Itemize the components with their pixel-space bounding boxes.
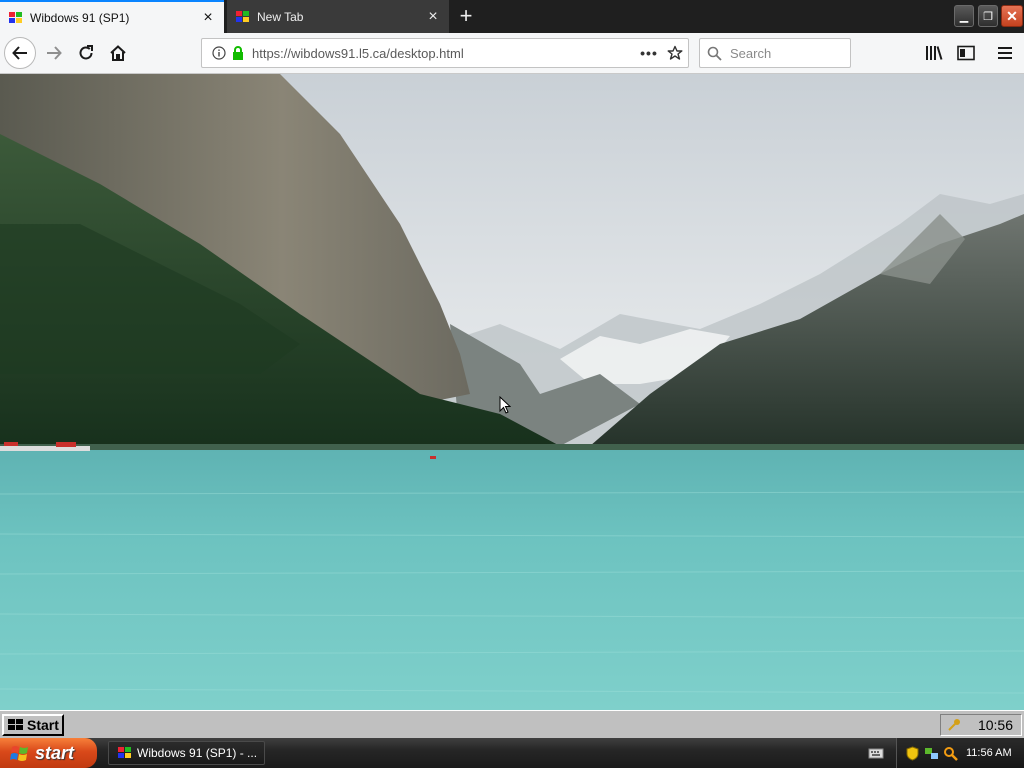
wibdows-taskbar: Start 10:56 [0,710,1024,738]
lake-wallpaper [0,74,1024,710]
url-bar[interactable]: https://wibdows91.l5.ca/desktop.html ••• [201,38,689,68]
library-icon[interactable] [918,37,950,69]
window-close-icon[interactable]: ✕ [1001,5,1023,27]
tab-close-icon[interactable]: × [425,8,441,25]
desktop-area[interactable] [0,74,1024,710]
url-text[interactable]: https://wibdows91.l5.ca/desktop.html [252,46,636,61]
xp-start-button[interactable]: start [0,738,97,768]
windows-logo-icon [8,719,23,730]
network-icon[interactable] [924,746,939,761]
wibdows-favicon-icon [9,11,22,23]
shield-icon[interactable] [905,745,920,761]
xp-clock: 11:56 AM [966,747,1012,759]
window-minimize-icon[interactable]: ▁ [954,5,974,27]
lock-icon[interactable] [230,45,246,61]
keyboard-icon[interactable] [868,746,884,760]
search-box[interactable] [699,38,851,68]
taskbar-item-label: Wibdows 91 (SP1) - ... [137,746,258,760]
wibdows-favicon-icon [236,10,249,22]
window-restore-icon[interactable]: ❐ [978,5,998,27]
xp-system-tray: 11:56 AM [896,738,1024,768]
back-arrow-icon[interactable] [4,37,36,69]
tab-title: New Tab [257,9,304,24]
new-tab-plus-icon[interactable]: + [453,3,479,29]
tab-new-tab[interactable]: New Tab × [227,0,449,33]
sidebar-icon[interactable] [950,37,982,69]
key-icon[interactable] [947,718,961,732]
navigation-toolbar: https://wibdows91.l5.ca/desktop.html ••• [0,33,1024,74]
start-label: Start [27,717,59,733]
page-actions-icon[interactable]: ••• [636,45,662,61]
taskbar-item-wibdows[interactable]: Wibdows 91 (SP1) - ... [108,741,265,765]
forward-arrow-icon[interactable] [38,37,70,69]
windows-flag-icon [10,746,28,761]
hamburger-menu-icon[interactable] [989,37,1021,69]
xp-taskbar: start Wibdows 91 (SP1) - ... 11:56 AM [0,738,1024,768]
tab-close-icon[interactable]: × [200,9,216,26]
star-icon[interactable] [662,45,688,61]
magnifier-icon[interactable] [943,746,958,761]
tab-title: Wibdows 91 (SP1) [30,10,130,25]
xp-start-label: start [35,742,75,763]
wibdows-clock: 10:56 [977,717,1013,733]
info-icon[interactable] [208,46,230,60]
search-input[interactable] [728,44,842,62]
tab-strip: Wibdows 91 (SP1) × New Tab × + ▁ ❐ ✕ [0,0,1024,33]
home-icon[interactable] [102,37,134,69]
wibdows-start-button[interactable]: Start [2,714,64,736]
wibdows-favicon-icon [118,747,131,758]
mouse-cursor-icon [499,396,511,414]
search-icon [700,46,728,61]
wibdows-system-tray: 10:56 [940,714,1022,736]
reload-icon[interactable] [70,37,102,69]
tab-wibdows-91[interactable]: Wibdows 91 (SP1) × [0,0,224,33]
